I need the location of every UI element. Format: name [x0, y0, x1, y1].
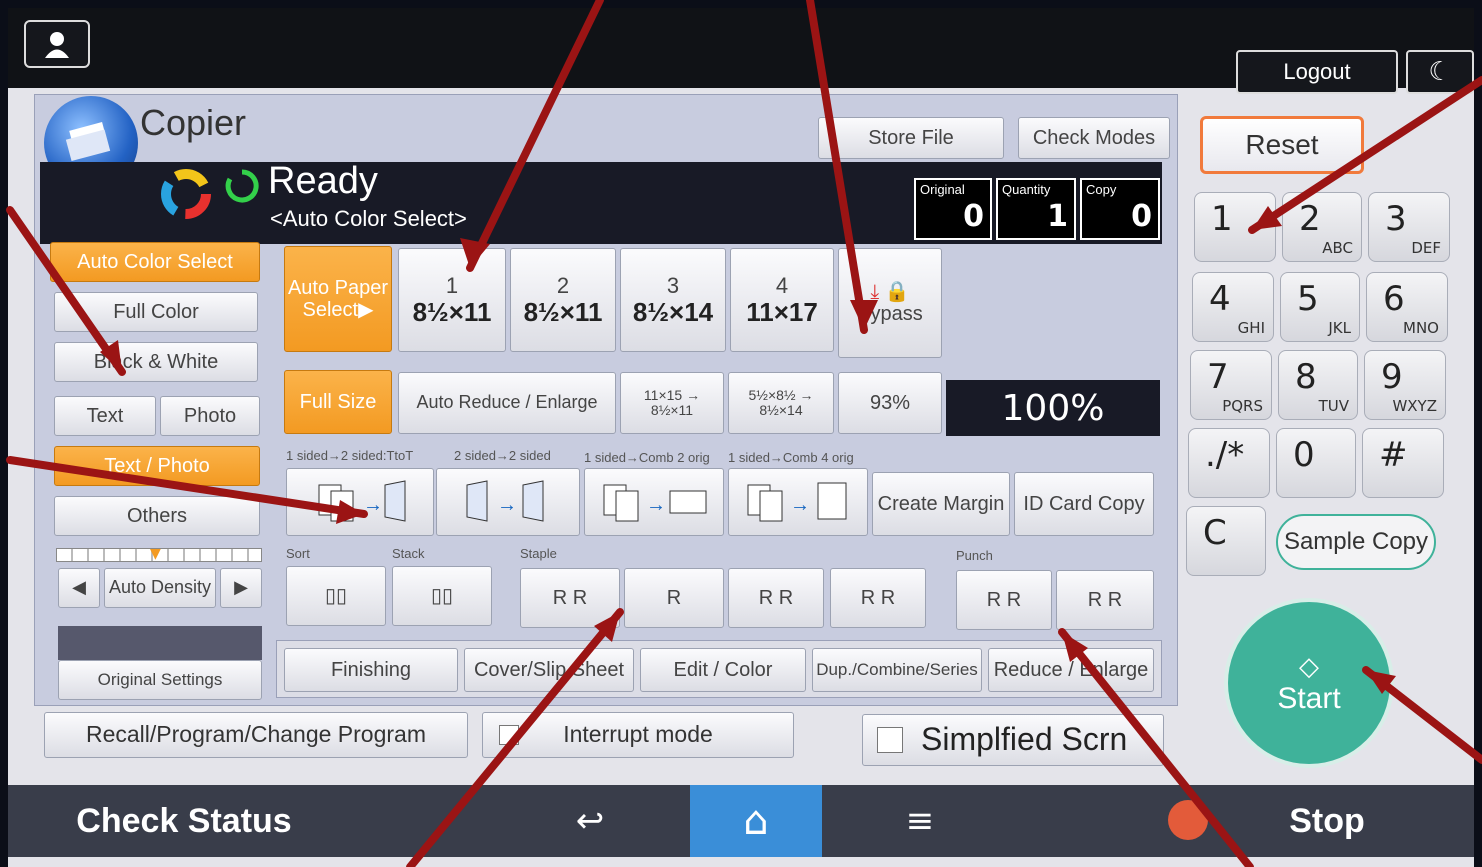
arrow-5-icon	[406, 608, 624, 867]
arrow-1-icon	[460, 0, 604, 272]
annotation-arrows	[6, 0, 1482, 867]
arrow-6-icon	[1058, 628, 1254, 867]
arrow-7-icon	[1248, 76, 1482, 234]
arrow-8-icon	[1362, 666, 1482, 764]
arrow-2-icon	[806, 0, 878, 334]
arrow-3-icon	[6, 206, 126, 376]
arrow-4-icon	[6, 456, 368, 524]
